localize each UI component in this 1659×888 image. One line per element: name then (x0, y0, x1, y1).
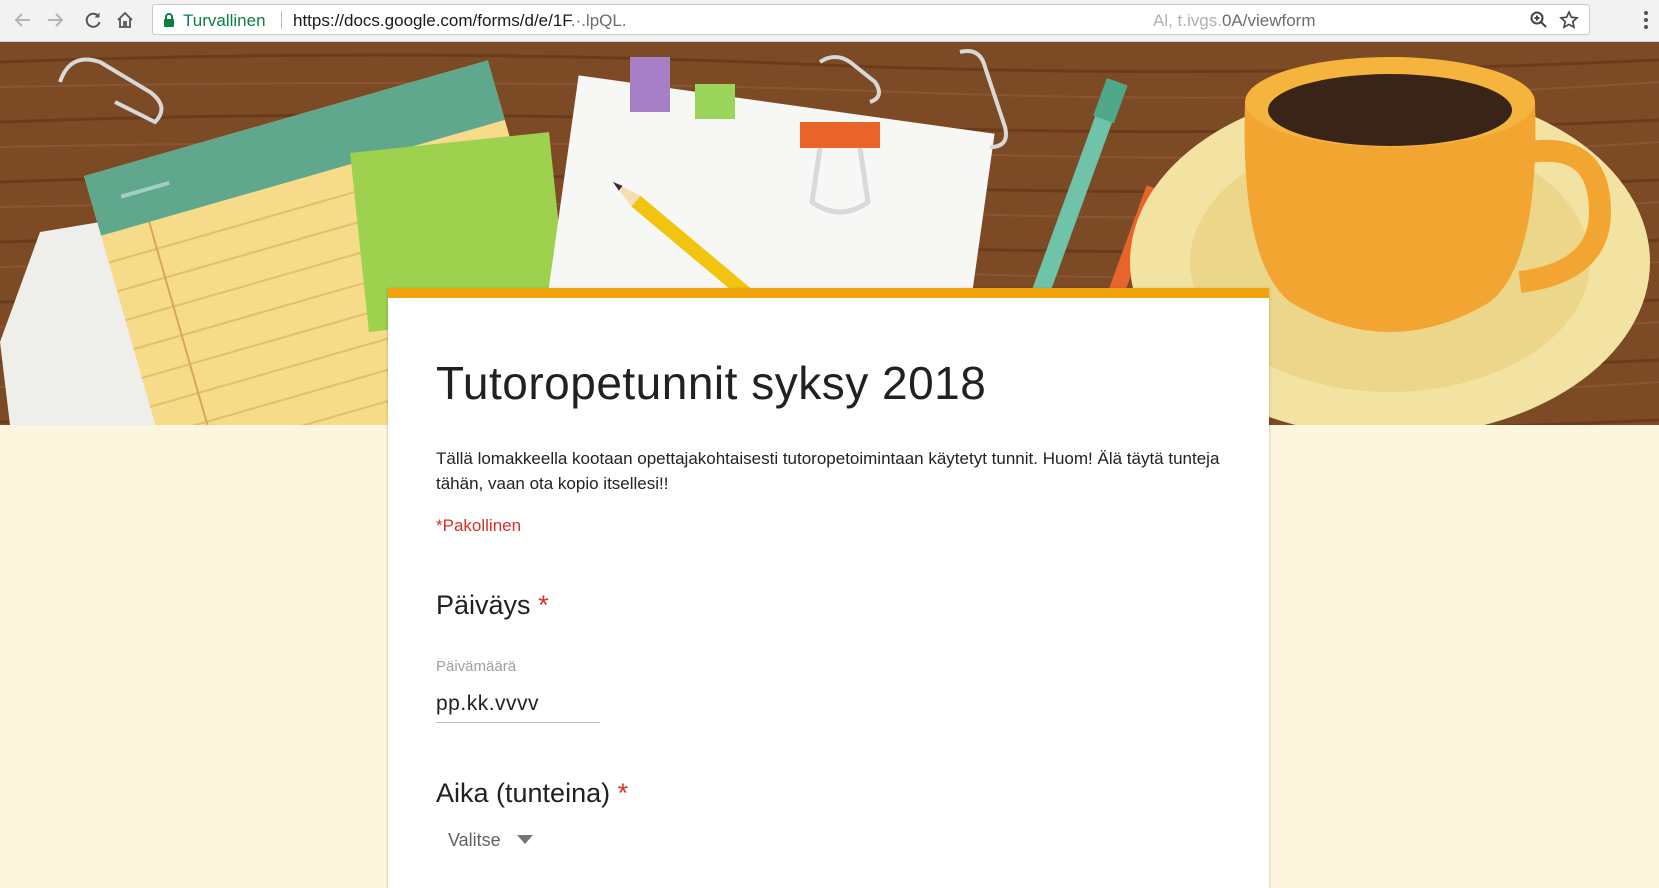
star-icon[interactable] (1559, 10, 1579, 30)
question-date-label: Päiväys (436, 590, 531, 620)
url-tail: 0A/viewform (1221, 11, 1316, 30)
question-hours-title: Aika (tunteina) * (436, 778, 628, 809)
menu-dots-icon[interactable] (1643, 10, 1649, 30)
forward-button[interactable] (42, 7, 68, 33)
dropdown-value: Valitse (448, 829, 501, 850)
address-separator (281, 11, 282, 29)
form-card: Tutoropetunnit syksy 2018 Tällä lomakkee… (388, 288, 1269, 888)
arrow-right-icon (48, 13, 64, 27)
url-main: https://docs.google.com/forms/d/e/1F (293, 11, 571, 30)
hours-dropdown[interactable]: Valitse (448, 822, 533, 858)
date-sublabel: Päivämäärä (436, 658, 517, 675)
back-button[interactable] (10, 7, 36, 33)
url-obscured: .·.lpQL. (570, 11, 627, 30)
url-tail-text: Al, t.ivgs.0A/viewform (1153, 11, 1316, 31)
required-note: *Pakollinen (436, 516, 522, 535)
secure-label: Turvallinen (183, 11, 266, 30)
question-hours-label: Aika (tunteina) (436, 778, 611, 808)
required-asterisk: * (538, 590, 549, 620)
lock-icon (164, 13, 174, 27)
zoom-icon[interactable] (1529, 10, 1549, 30)
required-asterisk: * (617, 778, 629, 808)
question-date-title: Päiväys * (436, 590, 549, 621)
date-input[interactable] (436, 686, 600, 723)
url-tail-obscured: Al, t.ivgs. (1153, 11, 1222, 30)
home-button[interactable] (112, 7, 138, 33)
dropdown-arrow-icon (516, 835, 533, 844)
reload-button[interactable] (80, 7, 106, 33)
home-icon (117, 11, 133, 28)
url-text: https://docs.google.com/forms/d/e/1F.·.l… (293, 11, 627, 31)
arrow-left-icon (14, 13, 30, 27)
reload-icon (85, 12, 101, 28)
form-description: Tällä lomakkeella kootaan opettajakohtai… (436, 449, 1220, 493)
form-title: Tutoropetunnit syksy 2018 (436, 357, 987, 409)
browser-toolbar: Turvallinen https://docs.google.com/form… (0, 0, 1659, 42)
address-bar[interactable]: Turvallinen https://docs.google.com/form… (152, 4, 1590, 35)
